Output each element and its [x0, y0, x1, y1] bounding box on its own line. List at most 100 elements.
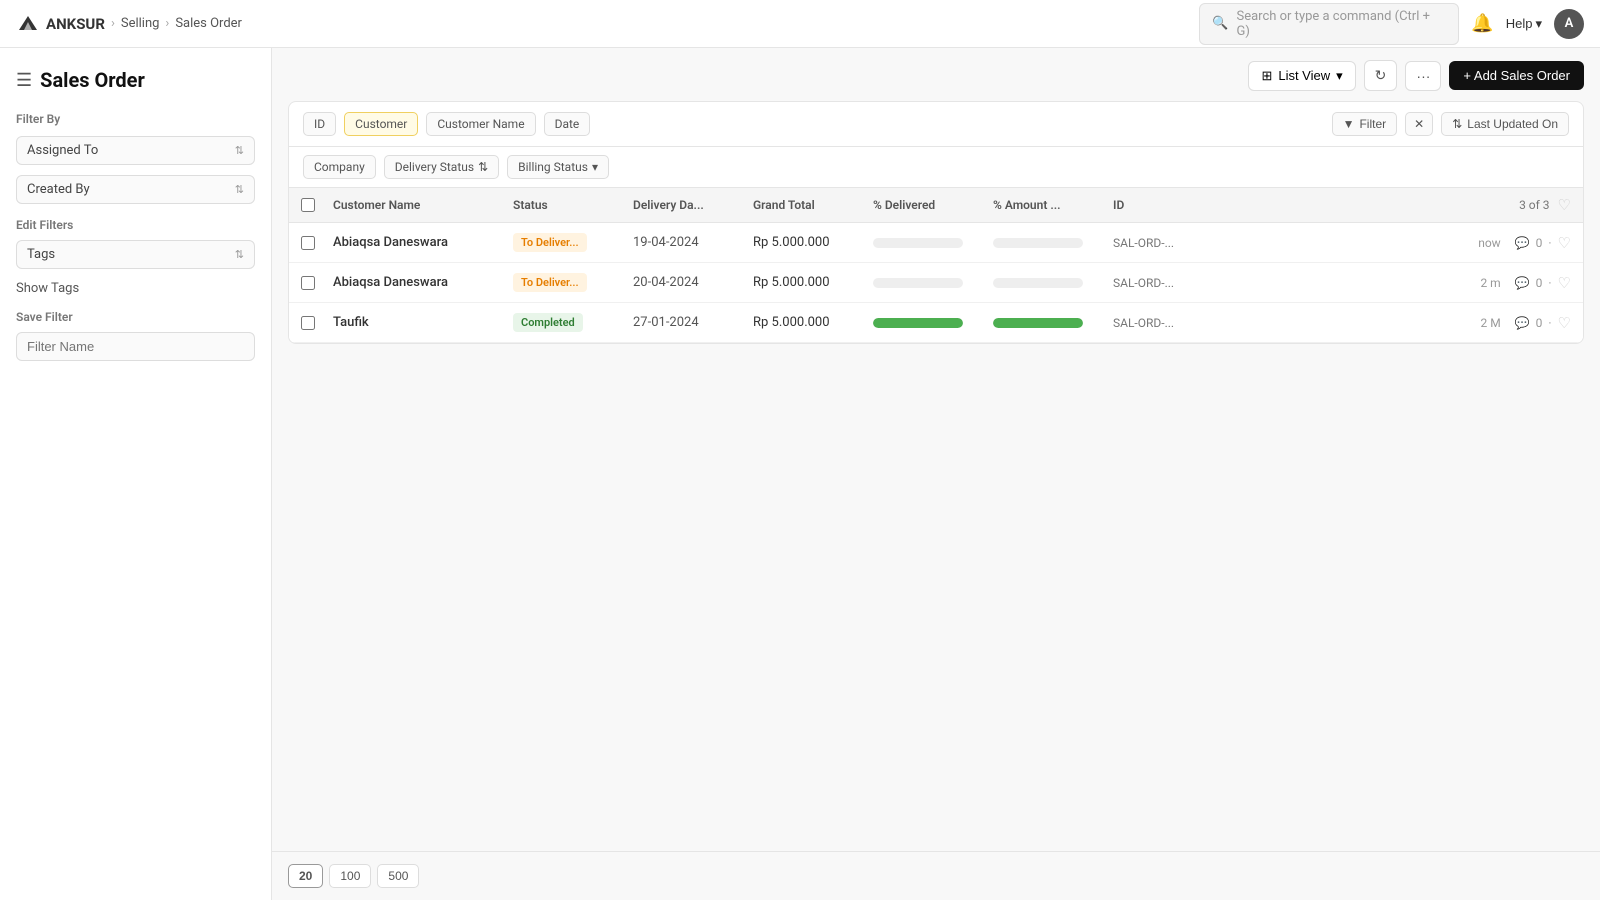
hamburger-icon[interactable]: ☰: [16, 70, 32, 91]
sep2: ›: [165, 16, 169, 31]
list-area: ⊞ List View ▾ ↻ ··· + Add Sales Order ID: [272, 48, 1600, 900]
notification-button[interactable]: 🔔: [1471, 13, 1493, 34]
sort-button[interactable]: ⇅ Last Updated On: [1441, 112, 1569, 136]
delivery-status-chevron-icon: ⇅: [478, 160, 488, 174]
row-1-id: SAL-ORD-...: [1113, 236, 1478, 250]
row-2-checkbox[interactable]: [301, 276, 315, 290]
breadcrumb-selling[interactable]: Selling: [121, 16, 160, 31]
filter-tag-customer[interactable]: Customer: [344, 112, 418, 136]
created-by-arrow-icon: ⇅: [235, 183, 244, 196]
row-1-delivered-bar: [873, 238, 993, 248]
more-button[interactable]: ···: [1405, 61, 1441, 91]
favorite-all-icon[interactable]: ♡: [1558, 196, 1571, 214]
filter-by-label: Filter By: [16, 112, 255, 126]
th-delivery-date[interactable]: Delivery Da...: [633, 198, 753, 212]
logo-text: ANKSUR: [46, 15, 105, 33]
list-view-chevron-icon: ▾: [1336, 68, 1343, 84]
table-row[interactable]: Abiaqsa Daneswara To Deliver... 19-04-20…: [289, 223, 1583, 263]
created-by-label: Created By: [27, 182, 90, 197]
filter-tag-billing-status[interactable]: Billing Status ▾: [507, 155, 609, 179]
filter-name-input[interactable]: [16, 332, 255, 361]
tags-arrow-icon: ⇅: [235, 248, 244, 261]
created-by-filter[interactable]: Created By ⇅: [16, 175, 255, 204]
top-nav: ANKSUR › Selling › Sales Order 🔍 Search …: [0, 0, 1600, 48]
row-3-dot: ·: [1548, 316, 1551, 330]
filter-tag-id[interactable]: ID: [303, 112, 336, 136]
filter-tag-delivery-status[interactable]: Delivery Status ⇅: [384, 155, 499, 179]
row-3-comment-icon[interactable]: 💬: [1515, 316, 1530, 330]
th-pct-amount[interactable]: % Amount ...: [993, 198, 1113, 212]
help-button[interactable]: Help ▾: [1506, 16, 1542, 32]
page-title-row: ☰ Sales Order: [16, 68, 255, 92]
add-sales-order-button[interactable]: + Add Sales Order: [1449, 61, 1584, 90]
page-size-100[interactable]: 100: [329, 864, 371, 888]
show-tags-button[interactable]: Show Tags: [16, 281, 255, 296]
row-1-checkbox[interactable]: [301, 236, 315, 250]
select-all-checkbox[interactable]: [301, 198, 315, 212]
row-1-actions: now 💬 0 · ♡: [1478, 234, 1571, 252]
search-bar[interactable]: 🔍 Search or type a command (Ctrl + G): [1199, 3, 1459, 45]
filter-button[interactable]: ▼ Filter: [1332, 112, 1398, 136]
row-2-time: 2 m: [1480, 276, 1500, 290]
list-view-button[interactable]: ⊞ List View ▾: [1248, 61, 1355, 91]
row-1-customer: Abiaqsa Daneswara: [333, 235, 513, 250]
tags-filter[interactable]: Tags ⇅: [16, 240, 255, 269]
more-icon: ···: [1416, 68, 1430, 84]
page-title: Sales Order: [40, 68, 145, 92]
th-customer-name[interactable]: Customer Name: [333, 198, 513, 212]
page-size-500[interactable]: 500: [377, 864, 419, 888]
filter-tag-date-label: Date: [555, 117, 580, 131]
row-2-heart-icon[interactable]: ♡: [1558, 274, 1571, 292]
row-2-customer: Abiaqsa Daneswara: [333, 275, 513, 290]
row-1-comment-icon[interactable]: 💬: [1515, 236, 1530, 250]
th-id[interactable]: ID: [1113, 198, 1519, 212]
filter-tag-customer-name[interactable]: Customer Name: [426, 112, 535, 136]
th-checkbox: [301, 198, 333, 212]
search-icon: 🔍: [1212, 16, 1228, 31]
row-3-checkbox[interactable]: [301, 316, 315, 330]
row-3-delivered-bar: [873, 318, 993, 328]
filter-tag-customer-label: Customer: [355, 117, 407, 131]
assigned-to-arrow-icon: ⇅: [235, 144, 244, 157]
content-area: ⊞ List View ▾ ↻ ··· + Add Sales Order ID: [272, 48, 1600, 900]
help-chevron-icon: ▾: [1535, 16, 1542, 32]
refresh-button[interactable]: ↻: [1364, 60, 1398, 91]
logo[interactable]: ANKSUR: [16, 12, 105, 36]
breadcrumb-sales-order[interactable]: Sales Order: [175, 16, 242, 31]
sidebar: ☰ Sales Order Filter By Assigned To ⇅ Cr…: [0, 48, 272, 900]
row-3-delivery-date: 27-01-2024: [633, 315, 753, 330]
row-checkbox-3[interactable]: [301, 316, 333, 330]
assigned-to-filter[interactable]: Assigned To ⇅: [16, 136, 255, 165]
row-3-total: Rp 5.000.000: [753, 315, 873, 330]
avatar[interactable]: A: [1554, 9, 1584, 39]
page-size-20[interactable]: 20: [288, 864, 323, 888]
th-pct-delivered[interactable]: % Delivered: [873, 198, 993, 212]
th-status[interactable]: Status: [513, 198, 633, 212]
filter-tag-company[interactable]: Company: [303, 155, 376, 179]
row-checkbox-1[interactable]: [301, 236, 333, 250]
th-grand-total[interactable]: Grand Total: [753, 198, 873, 212]
row-1-time: now: [1478, 236, 1501, 250]
filter-close-button[interactable]: ✕: [1405, 112, 1433, 136]
action-bar: ⊞ List View ▾ ↻ ··· + Add Sales Order: [288, 60, 1584, 91]
row-1-heart-icon[interactable]: ♡: [1558, 234, 1571, 252]
row-2-id: SAL-ORD-...: [1113, 276, 1480, 290]
row-checkbox-2[interactable]: [301, 276, 333, 290]
row-3-heart-icon[interactable]: ♡: [1558, 314, 1571, 332]
nav-right: 🔍 Search or type a command (Ctrl + G) 🔔 …: [1199, 3, 1584, 45]
row-2-delivered-bar: [873, 278, 993, 288]
logo-icon: [16, 12, 40, 36]
row-2-status: To Deliver...: [513, 273, 633, 292]
edit-filters-label: Edit Filters: [16, 218, 255, 232]
row-2-comment-icon[interactable]: 💬: [1515, 276, 1530, 290]
table-row[interactable]: Abiaqsa Daneswara To Deliver... 20-04-20…: [289, 263, 1583, 303]
filter-tag-date[interactable]: Date: [544, 112, 591, 136]
search-placeholder: Search or type a command (Ctrl + G): [1236, 9, 1446, 39]
filter-label: Filter: [1359, 117, 1386, 131]
list-view-icon: ⊞: [1261, 68, 1272, 84]
filter-tag-customer-name-label: Customer Name: [437, 117, 524, 131]
row-2-delivered-progress: [873, 278, 963, 288]
table-row[interactable]: Taufik Completed 27-01-2024 Rp 5.000.000: [289, 303, 1583, 343]
row-1-status: To Deliver...: [513, 233, 633, 252]
tags-label: Tags: [27, 247, 55, 262]
